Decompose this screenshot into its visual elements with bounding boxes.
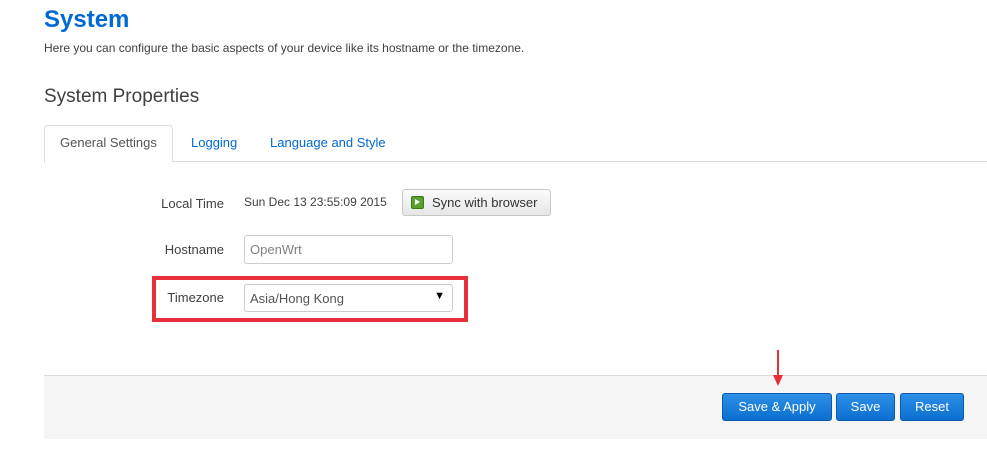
save-button[interactable]: Save (836, 393, 895, 421)
page-title: System (44, 6, 130, 33)
tab-general-settings[interactable]: General Settings (44, 125, 173, 163)
annotation-arrow-icon (773, 375, 783, 386)
reset-button[interactable]: Reset (900, 393, 964, 421)
hostname-input[interactable] (244, 235, 453, 264)
local-time-label: Local Time (161, 196, 224, 211)
section-title: System Properties (44, 86, 200, 107)
tab-language-and-style[interactable]: Language and Style (270, 125, 386, 161)
page-description: Here you can configure the basic aspects… (44, 41, 525, 55)
annotation-arrow-shaft (777, 350, 779, 376)
sync-button-label: Sync with browser (432, 195, 538, 210)
play-icon (411, 196, 424, 209)
hostname-label: Hostname (164, 242, 224, 257)
local-time-value: Sun Dec 13 23:55:09 2015 (244, 195, 387, 209)
save-and-apply-button[interactable]: Save & Apply (722, 393, 832, 421)
tab-logging[interactable]: Logging (191, 125, 237, 161)
tab-bar: General Settings Logging Language and St… (44, 125, 987, 163)
timezone-highlight-annotation (152, 276, 468, 322)
sync-with-browser-button[interactable]: Sync with browser (402, 189, 551, 216)
